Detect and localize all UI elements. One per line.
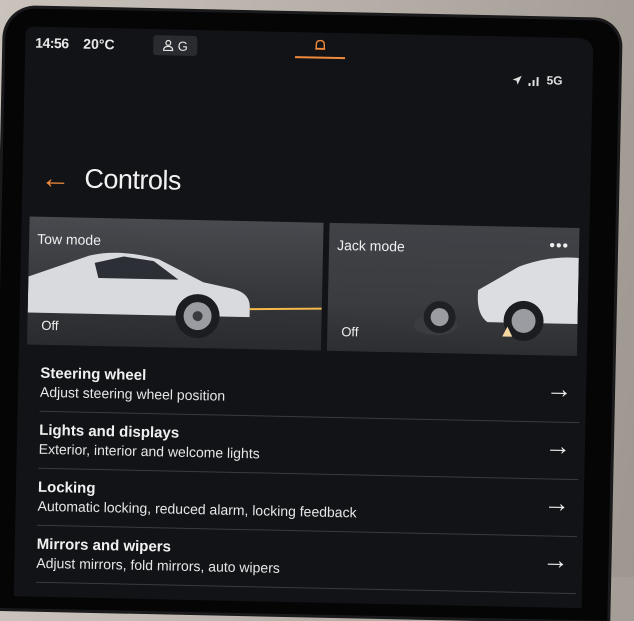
- jack-mode-card[interactable]: Jack mode ••• Off: [327, 223, 580, 356]
- item-title: Lights and displays: [39, 422, 179, 442]
- screen: 14:56 20°C G: [14, 26, 594, 608]
- item-subtitle: Adjust mirrors, fold mirrors, auto wiper…: [36, 555, 280, 576]
- bell-icon: [313, 38, 327, 52]
- more-options-icon[interactable]: •••: [549, 237, 569, 255]
- item-subtitle: Automatic locking, reduced alarm, lockin…: [37, 498, 356, 521]
- location-icon: [511, 74, 522, 85]
- signal-icon: [527, 74, 541, 85]
- right-arrow-icon: →: [545, 432, 572, 459]
- profile-icon: [163, 39, 175, 51]
- item-title: Mirrors and wipers: [37, 536, 172, 556]
- page-title: Controls: [84, 164, 181, 197]
- profile-letter: G: [178, 38, 188, 53]
- profile-button[interactable]: G: [153, 35, 197, 56]
- display-bezel: 14:56 20°C G: [0, 8, 620, 621]
- page-header: ← Controls: [40, 163, 181, 197]
- connectivity-status: 5G: [511, 73, 562, 88]
- status-bar: 14:56 20°C G: [25, 26, 594, 82]
- item-subtitle: Exterior, interior and welcome lights: [39, 441, 260, 462]
- tow-mode-state: Off: [41, 318, 58, 333]
- temperature[interactable]: 20°C: [83, 36, 115, 53]
- jack-mode-label: Jack mode: [337, 237, 405, 254]
- right-arrow-icon: →: [543, 489, 570, 516]
- item-subtitle: Adjust steering wheel position: [40, 384, 226, 404]
- tow-mode-card[interactable]: Tow mode Off: [27, 217, 324, 351]
- mode-cards: Tow mode Off Jack mode ••• Off: [27, 217, 590, 357]
- notification-indicator: [295, 56, 345, 59]
- back-arrow-icon[interactable]: ←: [40, 163, 71, 194]
- notification-button[interactable]: [295, 38, 346, 65]
- tow-mode-label: Tow mode: [37, 231, 101, 248]
- jack-mode-state: Off: [341, 324, 358, 339]
- list-item-mirrors-and-wipers[interactable]: Mirrors and wipers Adjust mirrors, fold …: [36, 526, 577, 594]
- item-title: Steering wheel: [40, 365, 146, 384]
- right-arrow-icon: →: [546, 375, 573, 402]
- settings-list: Steering wheel Adjust steering wheel pos…: [36, 355, 581, 594]
- item-title: Locking: [38, 479, 96, 497]
- clock: 14:56: [35, 35, 69, 52]
- network-label: 5G: [546, 73, 562, 87]
- right-arrow-icon: →: [542, 546, 569, 573]
